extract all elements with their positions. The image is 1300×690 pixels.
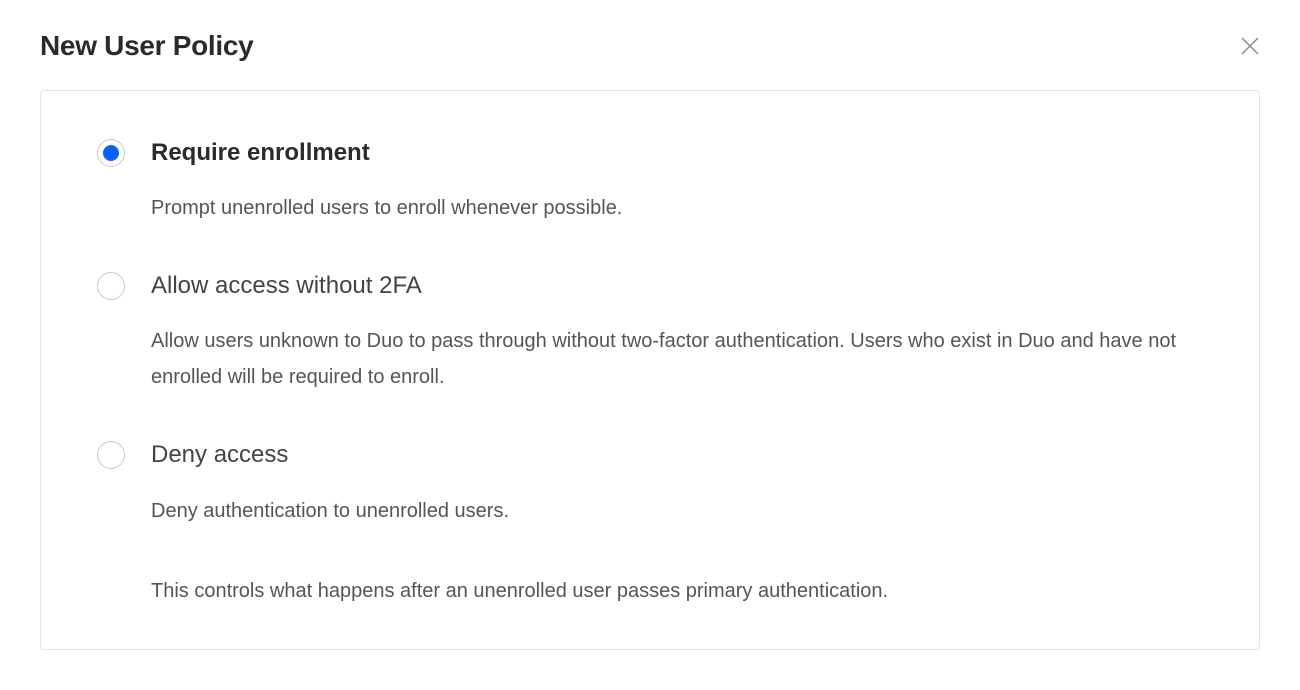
option-body: Allow access without 2FA Allow users unk…: [151, 270, 1203, 395]
radio-require-enrollment[interactable]: [97, 139, 125, 167]
footer-note: This controls what happens after an unen…: [151, 573, 1203, 609]
option-title: Allow access without 2FA: [151, 270, 1203, 301]
radio-deny-access[interactable]: [97, 441, 125, 469]
option-title: Deny access: [151, 439, 1203, 470]
options-card: Require enrollment Prompt unenrolled use…: [40, 90, 1260, 650]
option-description: Prompt unenrolled users to enroll whenev…: [151, 190, 1203, 226]
option-require-enrollment[interactable]: Require enrollment Prompt unenrolled use…: [97, 137, 1203, 226]
option-description: Deny authentication to unenrolled users.: [151, 493, 1203, 529]
close-icon[interactable]: [1240, 36, 1260, 56]
option-description: Allow users unknown to Duo to pass throu…: [151, 323, 1203, 395]
radio-allow-without-2fa[interactable]: [97, 272, 125, 300]
policy-panel: New User Policy Require enrollment Promp…: [0, 0, 1300, 690]
option-allow-without-2fa[interactable]: Allow access without 2FA Allow users unk…: [97, 270, 1203, 395]
option-body: Deny access Deny authentication to unenr…: [151, 439, 1203, 528]
header: New User Policy: [40, 30, 1260, 62]
option-deny-access[interactable]: Deny access Deny authentication to unenr…: [97, 439, 1203, 528]
option-title: Require enrollment: [151, 137, 1203, 168]
page-title: New User Policy: [40, 30, 253, 62]
option-body: Require enrollment Prompt unenrolled use…: [151, 137, 1203, 226]
